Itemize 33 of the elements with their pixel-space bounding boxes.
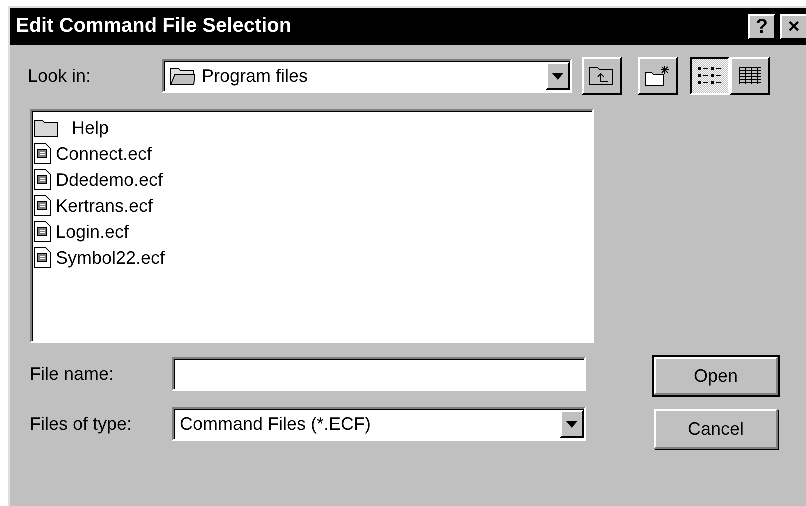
file-list-item[interactable]: Symbol22.ecf: [56, 248, 166, 268]
document-icon: [34, 195, 52, 217]
file-list-item[interactable]: Login.ecf: [56, 222, 130, 242]
dialog-button[interactable]: Open: [654, 357, 778, 395]
new-folder-icon: [645, 65, 671, 87]
new-folder-button[interactable]: [638, 57, 678, 95]
file-list-item[interactable]: Ddedemo.ecf: [56, 170, 164, 190]
document-icon: [34, 247, 52, 269]
up-folder-icon: [589, 65, 615, 87]
file-type-dropdown[interactable]: Command Files (*.ECF): [172, 407, 586, 441]
details-view-icon: [738, 65, 762, 87]
document-icon: [34, 221, 52, 243]
folder-icon: [34, 118, 60, 138]
file-list-item[interactable]: Kertrans.ecf: [56, 196, 154, 216]
file-list-item[interactable]: Help: [72, 118, 110, 138]
folder-icon: [170, 66, 196, 86]
file-type-label: Files of type:: [29, 414, 134, 434]
document-icon: [34, 143, 52, 165]
list-view-icon: [697, 65, 723, 87]
caret-icon: [552, 72, 564, 80]
look-in-label: Look in:: [27, 66, 92, 86]
view-toggle-button[interactable]: [690, 57, 730, 95]
file-list-item[interactable]: Connect.ecf: [56, 144, 152, 164]
close-button[interactable]: ×: [780, 14, 806, 40]
file-name-label: File name:: [29, 364, 116, 384]
dialog-button[interactable]: Cancel: [654, 409, 778, 449]
help-button[interactable]: ?: [748, 14, 776, 40]
look-in-dropdown[interactable]: Program files: [162, 59, 572, 93]
document-icon: [34, 169, 52, 191]
caret-icon: [566, 420, 578, 428]
up-folder-button[interactable]: [582, 57, 622, 95]
window-title: Edit Command File Selection: [16, 15, 293, 38]
file-name-field[interactable]: [172, 357, 586, 391]
